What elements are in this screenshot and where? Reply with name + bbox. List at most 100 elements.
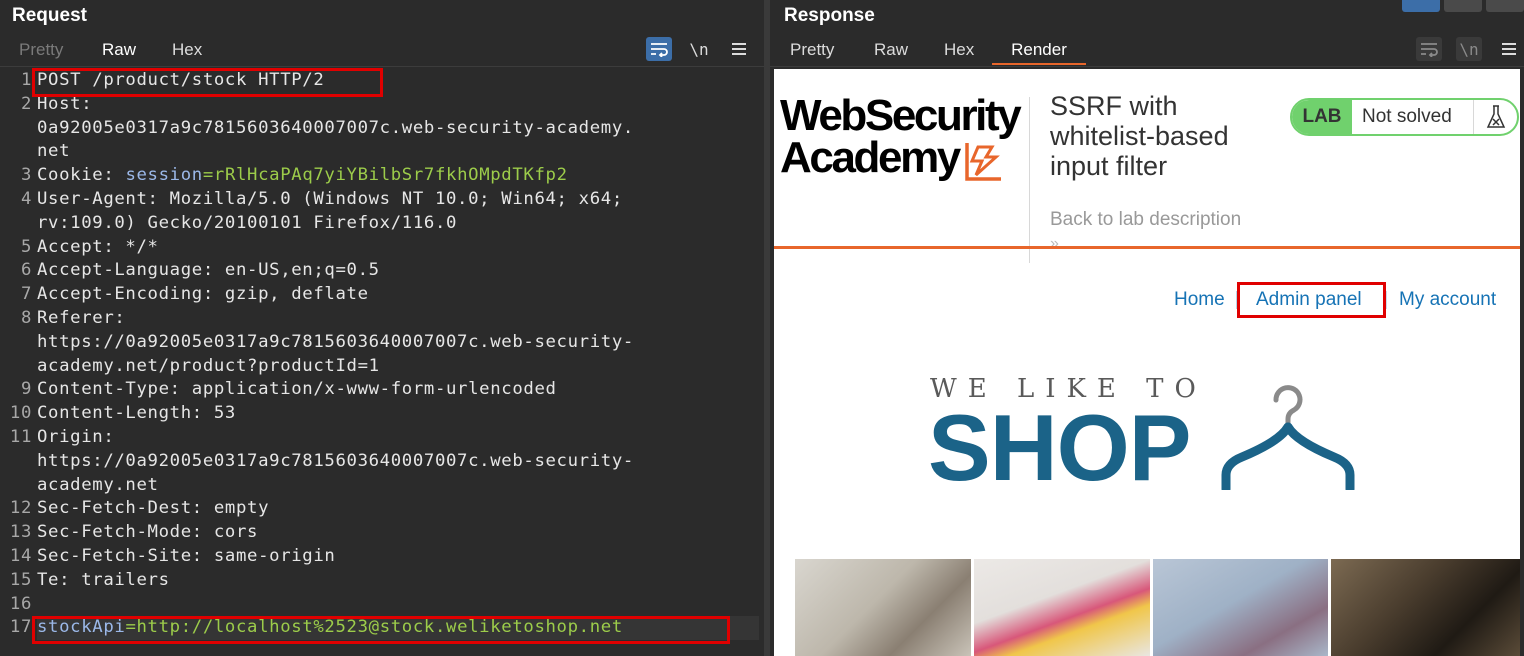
- line-number: 15: [9, 569, 32, 590]
- nav-admin-panel-link[interactable]: Admin panel: [1256, 289, 1362, 311]
- header-text: 0a92005e0317a9c7815603640007007c.web-sec…: [37, 117, 634, 138]
- header-line: https://0a92005e0317a9c7815603640007007c…: [37, 331, 759, 355]
- line-number: 14: [9, 545, 32, 566]
- cookie-equals: =: [202, 165, 214, 186]
- header-text: net: [37, 141, 71, 162]
- back-to-lab-link[interactable]: Back to lab description: [1050, 209, 1241, 231]
- cookie-name: session: [125, 165, 203, 186]
- menu-icon[interactable]: [1496, 37, 1522, 61]
- request-toolbar-divider: [0, 66, 764, 67]
- product-image[interactable]: [795, 559, 972, 656]
- line-number: 3: [20, 165, 32, 186]
- request-line-text: POST /product/stock HTTP/2: [37, 70, 325, 90]
- menu-icon[interactable]: [726, 37, 752, 61]
- header-line: net: [37, 140, 759, 164]
- header-accent-rule: [774, 246, 1520, 249]
- logo-line-1: WebSecurity: [780, 91, 1022, 140]
- header-text: Origin:: [37, 426, 115, 447]
- header-line: https://0a92005e0317a9c7815603640007007c…: [37, 450, 759, 474]
- header-line: 0a92005e0317a9c7815603640007007c.web-sec…: [37, 117, 759, 141]
- response-tab-hex[interactable]: Hex: [944, 40, 974, 60]
- logo-line-2: Academy: [780, 136, 1019, 181]
- line-number: [0, 117, 32, 141]
- response-title: Response: [784, 5, 875, 26]
- line-number: 9: [20, 379, 32, 400]
- header-line: Content-Type: application/x-www-form-url…: [37, 378, 759, 402]
- line-number: [0, 212, 32, 236]
- response-tab-pretty[interactable]: Pretty: [790, 40, 834, 60]
- header-line: Accept-Language: en-US,en;q=0.5: [37, 259, 759, 283]
- request-tab-pretty[interactable]: Pretty: [19, 40, 63, 60]
- response-toolbar-divider: [770, 66, 1524, 67]
- line-number: 7: [20, 284, 32, 305]
- header-line: User-Agent: Mozilla/5.0 (Windows NT 10.0…: [37, 188, 759, 212]
- newline-icon[interactable]: \n: [686, 37, 712, 61]
- newline-icon[interactable]: \n: [1456, 37, 1482, 61]
- header-line: rv:109.0) Gecko/20100101 Firefox/116.0: [37, 212, 759, 236]
- line-number: 1: [20, 70, 32, 90]
- request-editor[interactable]: 1 2 3 4 5 6 7 8 9 10 11 12 13 14 15 16 1…: [0, 69, 764, 656]
- product-image[interactable]: [1330, 559, 1520, 656]
- brand-name: SHOP: [928, 395, 1191, 500]
- line-number: [0, 355, 32, 379]
- header-text: Sec-Fetch-Mode: cors: [37, 522, 259, 543]
- header-text: https://0a92005e0317a9c7815603640007007c…: [37, 450, 634, 471]
- line-number: [0, 331, 32, 355]
- response-tab-render[interactable]: Render: [992, 40, 1086, 65]
- header-text: Content-Length: 53: [37, 403, 236, 424]
- request-tab-raw[interactable]: Raw: [102, 40, 136, 60]
- cookie-value: rRlHcaPAq7yiYBilbSr7fkhOMpdTKfp2: [213, 165, 568, 186]
- layout-toggle-group: [1402, 0, 1524, 12]
- line-number: 12: [9, 498, 32, 519]
- line-number: 8: [20, 307, 32, 328]
- product-image[interactable]: [1152, 559, 1328, 656]
- line-number: [0, 140, 32, 164]
- line-number: 11: [9, 426, 32, 447]
- response-pane: Response Pretty Raw Hex Render \n WebSec…: [770, 0, 1524, 656]
- request-code[interactable]: POST /product/stock HTTP/2 Host: 0a92005…: [37, 69, 759, 641]
- header-text: Accept: */*: [37, 236, 159, 257]
- word-wrap-icon[interactable]: [1416, 37, 1442, 61]
- hanger-icon: [1221, 385, 1355, 490]
- nav-separator: |: [1383, 289, 1388, 310]
- word-wrap-icon[interactable]: [646, 37, 672, 61]
- request-title: Request: [12, 5, 87, 26]
- header-text: Cookie:: [37, 165, 126, 186]
- header-separator: [1029, 97, 1030, 263]
- product-image[interactable]: [974, 559, 1150, 656]
- line-number: 5: [20, 236, 32, 257]
- header-line: academy.net: [37, 474, 759, 498]
- header-line: academy.net/product?productId=1: [37, 355, 759, 379]
- nav-my-account-link[interactable]: My account: [1399, 289, 1496, 311]
- flask-icon: [1473, 100, 1517, 134]
- header-line: Sec-Fetch-Site: same-origin: [37, 545, 759, 569]
- header-line: Sec-Fetch-Mode: cors: [37, 521, 759, 545]
- line-number: 17: [9, 617, 32, 638]
- request-tab-hex[interactable]: Hex: [172, 40, 202, 60]
- nav-home-link[interactable]: Home: [1174, 289, 1225, 311]
- header-text: Sec-Fetch-Dest: empty: [37, 498, 270, 519]
- line-number: [0, 474, 32, 498]
- header-line: Origin:: [37, 426, 759, 450]
- lab-title: SSRF with whitelist-based input filter: [1050, 91, 1229, 181]
- header-text: Accept-Language: en-US,en;q=0.5: [37, 260, 380, 281]
- layout-horizontal-icon[interactable]: [1444, 0, 1482, 12]
- line-number: 6: [20, 260, 32, 281]
- header-text: User-Agent: Mozilla/5.0 (Windows NT 10.0…: [37, 188, 623, 209]
- param-value: http://localhost%2523@stock.weliketoshop…: [136, 617, 623, 638]
- web-security-academy-logo: WebSecurity Academy: [780, 91, 1022, 181]
- lab-header: WebSecurity Academy SSRF with whitelist-…: [774, 69, 1520, 263]
- request-line: POST /product/stock HTTP/2: [37, 69, 759, 93]
- lab-status-badge: LAB Not solved: [1290, 98, 1519, 136]
- layout-tabs-icon[interactable]: [1486, 0, 1524, 12]
- header-text: Te: trailers: [37, 569, 170, 590]
- header-text: Sec-Fetch-Site: same-origin: [37, 545, 336, 566]
- layout-split-icon[interactable]: [1402, 0, 1440, 12]
- line-number: [0, 450, 32, 474]
- cookie-line: Cookie: session=rRlHcaPAq7yiYBilbSr7fkhO…: [37, 164, 759, 188]
- response-tab-raw[interactable]: Raw: [874, 40, 908, 60]
- line-number: 13: [9, 522, 32, 543]
- product-thumbnails: [795, 559, 1520, 656]
- nav-separator: |: [1235, 289, 1240, 310]
